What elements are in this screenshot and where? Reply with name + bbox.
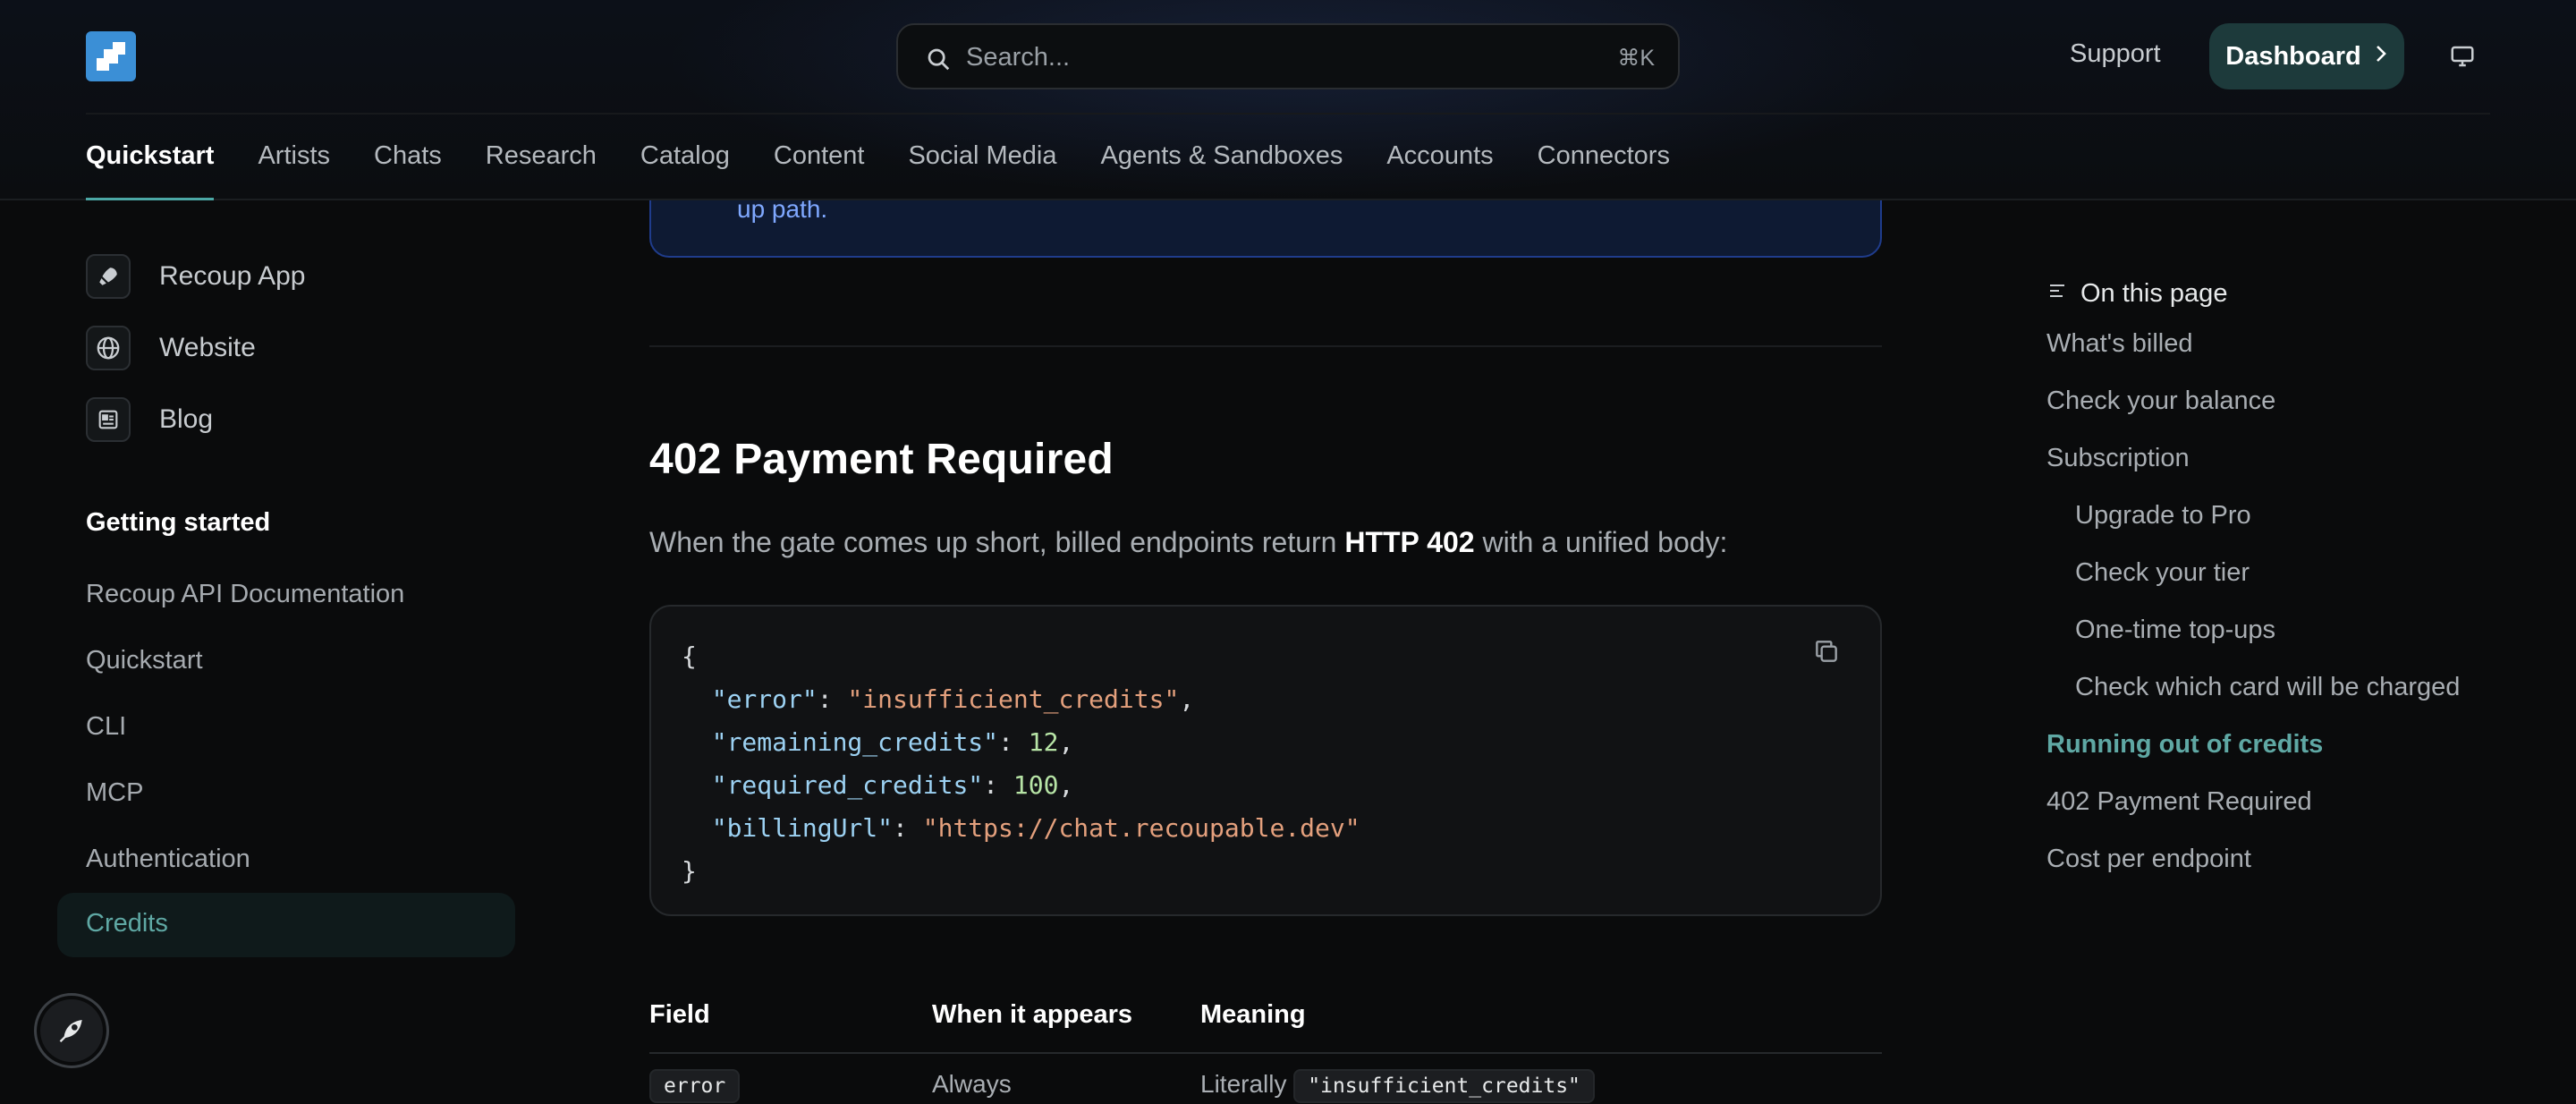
code-block: { "error": "insufficient_credits", "rema… (649, 605, 1882, 916)
code-comma: , (1179, 684, 1195, 714)
sidebar-item-credits[interactable]: Credits (57, 893, 515, 957)
dashboard-button[interactable]: Dashboard (2209, 23, 2404, 89)
code-close-brace: } (682, 856, 697, 886)
toc-item-402-payment[interactable]: 402 Payment Required (2046, 787, 2312, 817)
copy-icon[interactable] (1812, 637, 1841, 670)
sidebar-item-quickstart[interactable]: Quickstart (86, 646, 203, 675)
tab-chats[interactable]: Chats (374, 141, 442, 200)
toc-item-running-out[interactable]: Running out of credits (2046, 730, 2323, 760)
chevron-right-icon (2374, 42, 2388, 72)
logo-icon[interactable] (86, 31, 136, 81)
rocket-icon (86, 254, 131, 299)
tab-social-media[interactable]: Social Media (908, 141, 1056, 200)
sidebar-item-authentication[interactable]: Authentication (86, 845, 250, 874)
tab-catalog[interactable]: Catalog (640, 141, 730, 200)
toc-item-subscription[interactable]: Subscription (2046, 444, 2190, 473)
tab-connectors[interactable]: Connectors (1538, 141, 1670, 200)
sidebar-section-title: Getting started (86, 508, 271, 537)
table-header-rule (649, 1052, 1882, 1054)
toc-item-whats-billed[interactable]: What's billed (2046, 329, 2193, 359)
intro-paragraph: When the gate comes up short, billed end… (649, 526, 1727, 559)
search-input[interactable]: Search... ⌘K (896, 23, 1680, 89)
sidebar-item-cli[interactable]: CLI (86, 712, 126, 742)
search-placeholder: Search... (966, 43, 1071, 72)
sidebar-link-recoup-app[interactable]: Recoup App (86, 254, 305, 299)
meaning-code-chip: "insufficient_credits" (1293, 1069, 1595, 1103)
section-divider (649, 345, 1882, 347)
paragraph-bold: HTTP 402 (1344, 526, 1475, 558)
search-icon (925, 46, 952, 77)
sidebar-link-label: Blog (159, 404, 214, 434)
support-link[interactable]: Support (2070, 39, 2161, 69)
header-divider (86, 113, 2490, 115)
sidebar-link-blog[interactable]: Blog (86, 397, 213, 442)
field-code-chip: error (649, 1069, 741, 1103)
page-heading-402: 402 Payment Required (649, 436, 1114, 483)
top-navigation: Search... ⌘K Support Dashboard Quickstar… (0, 0, 2576, 200)
tab-artists[interactable]: Artists (258, 141, 330, 200)
tab-content[interactable]: Content (774, 141, 865, 200)
tab-quickstart[interactable]: Quickstart (86, 141, 215, 200)
code-key: "remaining_credits" (711, 727, 999, 757)
code-key: "required_credits" (711, 770, 984, 800)
toc-item-cost-per-endpoint[interactable]: Cost per endpoint (2046, 845, 2251, 874)
code-value: 100 (1013, 770, 1059, 800)
table-header-field: Field (649, 1000, 710, 1029)
tab-bar: Quickstart Artists Chats Research Catalo… (86, 141, 1714, 200)
toc-item-which-card[interactable]: Check which card will be charged (2075, 673, 2460, 702)
search-shortcut: ⌘K (1617, 46, 1655, 71)
code-comma: , (1058, 727, 1074, 757)
sidebar-link-label: Recoup App (159, 261, 306, 291)
dashboard-label: Dashboard (2225, 41, 2361, 71)
sidebar-item-recoup-api-documentation[interactable]: Recoup API Documentation (86, 580, 404, 609)
toc-item-one-time-topups[interactable]: One-time top-ups (2075, 616, 2275, 645)
tab-accounts[interactable]: Accounts (1386, 141, 1493, 200)
sidebar-link-label: Website (159, 333, 256, 362)
newspaper-icon (86, 397, 131, 442)
sidebar-item-mcp[interactable]: MCP (86, 778, 143, 808)
list-icon (2046, 279, 2068, 309)
code-comma: , (1058, 770, 1074, 800)
paragraph-text: When the gate comes up short, billed end… (649, 526, 1345, 558)
globe-icon (86, 326, 131, 370)
table-cell-meaning: Literally "insufficient_credits" (1200, 1069, 1595, 1103)
tab-research[interactable]: Research (486, 141, 597, 200)
code-open-brace: { (682, 641, 697, 671)
toc-item-check-tier[interactable]: Check your tier (2075, 558, 2250, 588)
toc-item-upgrade-pro[interactable]: Upgrade to Pro (2075, 501, 2251, 531)
code-value: 12 (1028, 727, 1059, 757)
sidebar-link-website[interactable]: Website (86, 326, 256, 370)
sidebar: Recoup App Website Blog Getting started … (0, 202, 555, 1104)
monitor-icon[interactable] (2449, 43, 2476, 74)
toc-title: On this page (2046, 279, 2227, 309)
code-content: { "error": "insufficient_credits", "rema… (682, 641, 1360, 886)
table-header-meaning: Meaning (1200, 1000, 1306, 1029)
table-header-when: When it appears (932, 1000, 1132, 1029)
assistant-icon (54, 1011, 89, 1051)
code-value: "insufficient_credits" (847, 684, 1180, 714)
code-key: "billingUrl" (711, 813, 894, 843)
code-value: "https://chat.recoupable.dev" (922, 813, 1360, 843)
table-cell-when: Always (932, 1070, 1012, 1098)
toc-item-check-balance[interactable]: Check your balance (2046, 386, 2275, 416)
meaning-prefix: Literally (1200, 1070, 1287, 1098)
code-key: "error" (711, 684, 818, 714)
toc-title-label: On this page (2080, 279, 2228, 308)
tab-agents-sandboxes[interactable]: Agents & Sandboxes (1100, 141, 1343, 200)
assistant-launcher-button[interactable] (34, 993, 109, 1068)
table-cell-field: error (649, 1069, 741, 1103)
paragraph-text-end: with a unified body: (1474, 526, 1728, 558)
